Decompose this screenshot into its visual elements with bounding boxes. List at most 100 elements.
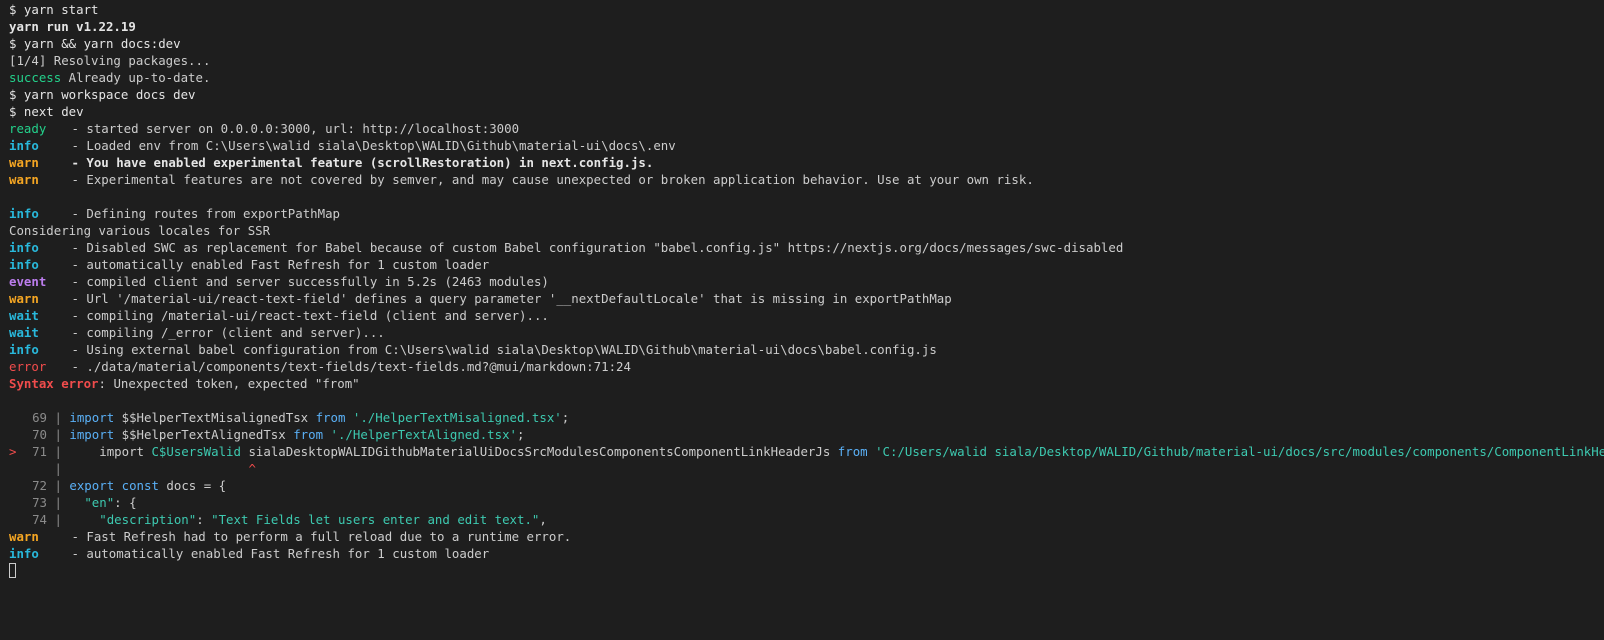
command-line: $ yarn && yarn docs:dev (9, 36, 181, 51)
code-frame-line: 73 | "en": { (9, 494, 1604, 511)
log-text: - Defining routes from exportPathMap (64, 206, 341, 221)
command-line: $ yarn workspace docs dev (9, 87, 196, 102)
command-line: $ yarn start (9, 2, 99, 17)
terminal-window[interactable]: $ yarn start yarn run v1.22.19 $ yarn &&… (0, 0, 1604, 640)
syntax-error-message: : Unexpected token, expected "from" (98, 376, 360, 391)
code-keyword: const (121, 478, 159, 493)
code-error-token: C$UsersWalid (151, 444, 241, 459)
log-line: info - automatically enabled Fast Refres… (9, 545, 1604, 562)
code-rest: : { (114, 495, 137, 510)
log-line: error - ./data/material/components/text-… (9, 358, 1604, 375)
code-frame-error-line: >71 | import C$UsersWalid sialaDesktopWA… (9, 443, 1604, 460)
log-line: wait - compiling /material-ui/react-text… (9, 307, 1604, 324)
line-number: 69 (32, 410, 47, 425)
code-punct: : (196, 512, 212, 527)
syntax-error-label: Syntax error (9, 376, 99, 391)
code-indent: import (69, 444, 152, 459)
code-keyword: from (837, 444, 868, 459)
log-text: - Url '/material-ui/react-text-field' de… (64, 291, 952, 306)
code-frame-caret-line: | ^ (47, 461, 256, 476)
log-text-bold: - You have enabled experimental feature … (64, 155, 653, 170)
yarn-version: yarn run v1.22.19 (9, 19, 136, 34)
success-line: success Already up-to-date. (9, 69, 1604, 86)
log-level-wait: wait (9, 325, 39, 340)
log-level-event: event (9, 274, 47, 289)
log-line: warn - Fast Refresh had to perform a ful… (9, 528, 1604, 545)
syntax-error-line: Syntax error: Unexpected token, expected… (9, 375, 1604, 392)
log-text: - You have enabled experimental feature … (64, 155, 654, 170)
code-keyword: import (69, 427, 115, 442)
success-text: Already up-to-date. (61, 70, 211, 85)
code-string: './HelperTextMisaligned.tsx' (352, 410, 562, 425)
log-level-error: error (9, 359, 47, 374)
error-marker: > (9, 444, 17, 459)
code-punct: , (539, 512, 547, 527)
code-string: './HelperTextAligned.tsx' (330, 427, 518, 442)
line-number: 71 (32, 444, 47, 459)
code-identifier: sialaDesktopWALIDGithubMaterialUiDocsSrc… (240, 444, 838, 459)
code-identifier: $$HelperTextMisalignedTsx (114, 410, 316, 425)
code-keyword: export (69, 478, 115, 493)
plain-line: Considering various locales for SSR (9, 223, 271, 238)
log-line: warn - You have enabled experimental fea… (9, 154, 1604, 171)
log-line: wait - compiling /_error (client and ser… (9, 324, 1604, 341)
code-identifier: $$HelperTextAlignedTsx (114, 427, 294, 442)
terminal-cursor[interactable] (9, 563, 16, 578)
log-level-info: info (9, 546, 39, 561)
code-punct: ; (517, 427, 525, 442)
code-frame-line: 70 | import $$HelperTextAlignedTsx from … (9, 426, 1604, 443)
log-level-warn: warn (9, 172, 39, 187)
log-level-ready: ready (9, 121, 47, 136)
log-level-wait: wait (9, 308, 39, 323)
log-line: info - Disabled SWC as replacement for B… (9, 239, 1604, 256)
code-string: "en" (84, 495, 115, 510)
line-number: 74 (32, 512, 47, 527)
log-level-warn: warn (9, 155, 39, 170)
log-line: warn - Url '/material-ui/react-text-fiel… (9, 290, 1604, 307)
code-keyword: from (293, 427, 324, 442)
log-line: info - Loaded env from C:\Users\walid si… (9, 137, 1604, 154)
log-text: - automatically enabled Fast Refresh for… (64, 257, 490, 272)
log-text: - compiled client and server successfull… (64, 274, 549, 289)
log-text: - Fast Refresh had to perform a full rel… (64, 529, 572, 544)
log-text: - compiling /material-ui/react-text-fiel… (64, 308, 549, 323)
log-level-warn: warn (9, 529, 39, 544)
log-line: info - Defining routes from exportPathMa… (9, 205, 1604, 222)
log-level-info: info (9, 240, 39, 255)
code-string: "description" (99, 512, 197, 527)
log-level-info: info (9, 257, 39, 272)
resolving-line: [1/4] Resolving packages... (9, 53, 211, 68)
code-string: "Text Fields let users enter and edit te… (211, 512, 540, 527)
log-text: - automatically enabled Fast Refresh for… (64, 546, 490, 561)
line-number: 73 (32, 495, 47, 510)
log-level-warn: warn (9, 291, 39, 306)
success-label: success (9, 70, 62, 85)
command-line: $ next dev (9, 104, 84, 119)
log-text: - Experimental features are not covered … (64, 172, 1034, 187)
code-keyword: from (315, 410, 346, 425)
log-line: info - Using external babel configuratio… (9, 341, 1604, 358)
line-number: 72 (32, 478, 47, 493)
log-level-info: info (9, 342, 39, 357)
code-rest: docs = { (158, 478, 227, 493)
log-text: - ./data/material/components/text-fields… (64, 359, 631, 374)
code-frame-line: 72 | export const docs = { (9, 477, 1604, 494)
log-text: - compiling /_error (client and server).… (64, 325, 385, 340)
log-line: info - automatically enabled Fast Refres… (9, 256, 1604, 273)
log-text: - Using external babel configuration fro… (64, 342, 937, 357)
code-frame-line: 74 | "description": "Text Fields let use… (9, 511, 1604, 528)
log-line: warn - Experimental features are not cov… (9, 171, 1604, 188)
caret-indicator: ^ (248, 461, 256, 476)
prompt-line[interactable] (9, 562, 1604, 579)
code-keyword: import (69, 410, 115, 425)
log-level-info: info (9, 138, 39, 153)
log-line: event - compiled client and server succe… (9, 273, 1604, 290)
log-level-info: info (9, 206, 39, 221)
log-text: - started server on 0.0.0.0:3000, url: h… (64, 121, 520, 136)
log-line: ready - started server on 0.0.0.0:3000, … (9, 120, 1604, 137)
log-text: - Loaded env from C:\Users\walid siala\D… (64, 138, 676, 153)
